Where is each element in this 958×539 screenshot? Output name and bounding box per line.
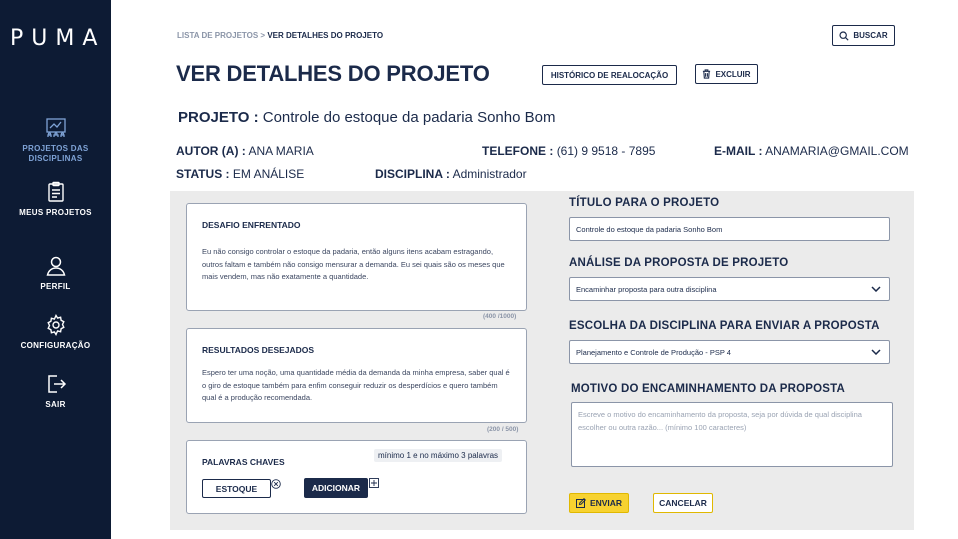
project-title-value: Controle do estoque da padaria Sonho Bom: [576, 224, 723, 234]
edit-icon: [575, 498, 586, 508]
analysis-selected-value: Encaminhar proposta para outra disciplin…: [576, 284, 717, 294]
sidebar-item-configuracao[interactable]: CONFIGURAÇÃO: [0, 313, 111, 351]
sidebar-item-label: CONFIGURAÇÃO: [20, 341, 91, 350]
project-title-input[interactable]: Controle do estoque da padaria Sonho Bom: [569, 217, 890, 241]
sidebar-item-label: PROJETOS DAS DISCIPLINAS: [22, 144, 89, 163]
results-counter: (200 / 500): [487, 426, 519, 433]
discipline-selected-value: Planejamento e Controle de Produção - PS…: [576, 347, 731, 357]
email-info: E-MAIL : ANAMARIA@GMAIL.COM: [714, 144, 909, 158]
keywords-hint: mínimo 1 e no máximo 3 palavras: [374, 449, 503, 462]
project-heading: PROJETO : Controle do estoque da padaria…: [178, 109, 555, 126]
clipboard-icon: [47, 181, 64, 202]
sidebar-item-sair[interactable]: SAIR: [0, 372, 111, 410]
analysis-select[interactable]: Encaminhar proposta para outra disciplin…: [569, 277, 890, 301]
keyword-tag: ESTOQUE: [202, 479, 271, 498]
gear-icon: [46, 314, 65, 336]
plus-icon[interactable]: [369, 478, 379, 488]
delete-button[interactable]: EXCLUIR: [695, 64, 758, 84]
add-keyword-button[interactable]: ADICIONAR: [304, 478, 368, 498]
projects-board-icon: [45, 118, 66, 137]
app-logo: PUMA: [10, 26, 106, 51]
chevron-down-icon: [871, 349, 881, 355]
sidebar: PUMA PROJETOS DAS DISCIPLINAS MEUS PROJE…: [0, 0, 111, 539]
email-value: ANAMARIA@GMAIL.COM: [765, 144, 909, 158]
status-info: STATUS : EM ANÁLISE: [176, 167, 304, 181]
phone-info: TELEFONE : (61) 9 9518 - 7895: [482, 144, 655, 158]
project-title-label: TÍTULO PARA O PROJETO: [569, 197, 720, 209]
reason-textarea[interactable]: Escreve o motivo do encaminhamento da pr…: [571, 402, 893, 467]
remove-tag-icon[interactable]: [271, 479, 281, 489]
search-icon: [839, 30, 849, 41]
keywords-title: PALAVRAS CHAVES: [202, 457, 285, 467]
relocation-history-label: HISTÓRICO DE REALOCAÇÃO: [550, 70, 669, 80]
status-value: EM ANÁLISE: [232, 167, 305, 181]
keyword-tag-label: ESTOQUE: [215, 483, 258, 494]
discipline-value: Administrador: [452, 167, 527, 181]
phone-value: (61) 9 9518 - 7895: [556, 144, 656, 158]
reason-label: MOTIVO DO ENCAMINHAMENTO DA PROPOSTA: [571, 383, 846, 395]
search-button[interactable]: BUSCAR: [832, 25, 895, 46]
add-keyword-label: ADICIONAR: [311, 483, 361, 493]
user-icon: [46, 256, 65, 276]
results-card: RESULTADOS DESEJADOS Espero ter uma noçã…: [186, 328, 527, 423]
discipline-select[interactable]: Planejamento e Controle de Produção - PS…: [569, 340, 890, 364]
results-title: RESULTADOS DESEJADOS: [202, 345, 315, 355]
breadcrumb-separator: >: [258, 31, 268, 40]
logout-icon: [47, 375, 66, 393]
sidebar-item-projetos-das-disciplinas[interactable]: PROJETOS DAS DISCIPLINAS: [0, 116, 111, 164]
chevron-down-icon: [871, 286, 881, 292]
search-button-label: BUSCAR: [853, 31, 888, 40]
challenge-title: DESAFIO ENFRENTADO: [202, 220, 301, 230]
project-label: PROJETO :: [178, 109, 259, 126]
send-button[interactable]: ENVIAR: [569, 493, 629, 513]
analysis-label: ANÁLISE DA PROPOSTA DE PROJETO: [569, 257, 789, 269]
status-label: STATUS :: [176, 167, 230, 181]
email-label: E-MAIL :: [714, 144, 763, 158]
author-value: ANA MARIA: [248, 144, 314, 158]
breadcrumb-current: VER DETALHES DO PROJETO: [267, 31, 384, 40]
sidebar-item-label: PERFIL: [40, 282, 71, 291]
reason-placeholder: Escreve o motivo do encaminhamento da pr…: [578, 410, 862, 432]
results-text: Espero ter uma noção, uma quantidade méd…: [202, 368, 510, 402]
trash-icon: [703, 69, 711, 79]
page-title: VER DETALHES DO PROJETO: [176, 61, 490, 86]
challenge-counter: (400 /1000): [483, 313, 517, 320]
discipline-select-label: ESCOLHA DA DISCIPLINA PARA ENVIAR A PROP…: [569, 320, 880, 332]
phone-label: TELEFONE :: [482, 144, 554, 158]
breadcrumb: LISTA DE PROJETOS > VER DETALHES DO PROJ…: [177, 31, 383, 40]
relocation-history-button[interactable]: HISTÓRICO DE REALOCAÇÃO: [542, 65, 677, 85]
cancel-button-label: CANCELAR: [659, 498, 707, 508]
breadcrumb-parent-link[interactable]: LISTA DE PROJETOS: [177, 31, 258, 40]
discipline-info: DISCIPLINA : Administrador: [375, 167, 527, 181]
sidebar-item-meus-projetos[interactable]: MEUS PROJETOS: [0, 180, 111, 218]
send-button-label: ENVIAR: [589, 498, 623, 508]
sidebar-item-label: MEUS PROJETOS: [19, 208, 92, 217]
project-name: Controle do estoque da padaria Sonho Bom: [262, 109, 556, 126]
delete-button-label: EXCLUIR: [715, 69, 751, 79]
sidebar-item-perfil[interactable]: PERFIL: [0, 254, 111, 292]
author-label: AUTOR (A) :: [176, 144, 246, 158]
discipline-label: DISCIPLINA :: [375, 167, 450, 181]
cancel-button[interactable]: CANCELAR: [653, 493, 713, 513]
author-info: AUTOR (A) : ANA MARIA: [176, 144, 314, 158]
sidebar-item-label: SAIR: [45, 400, 66, 409]
challenge-text: Eu não consigo controlar o estoque da pa…: [202, 247, 505, 281]
challenge-card: DESAFIO ENFRENTADO Eu não consigo contro…: [186, 203, 527, 311]
